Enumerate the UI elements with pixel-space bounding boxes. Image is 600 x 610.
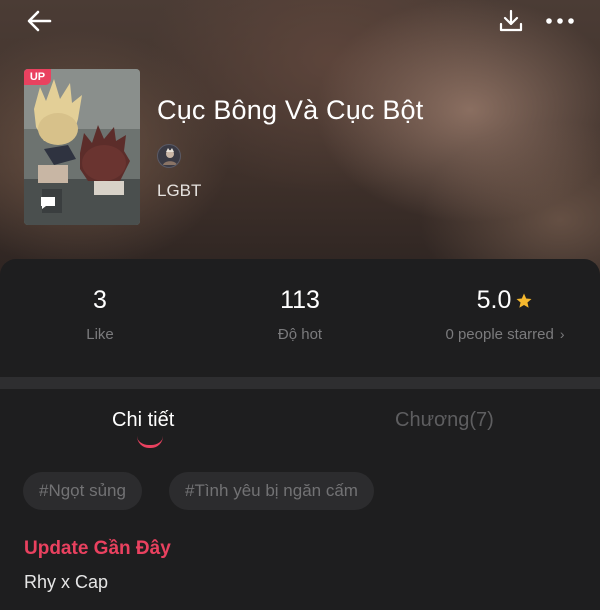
hot-stat: 113 Độ hot bbox=[250, 286, 350, 343]
story-title: Cục Bông Và Cục Bột bbox=[157, 95, 424, 125]
story-genre: LGBT bbox=[157, 181, 202, 200]
download-icon bbox=[499, 9, 523, 32]
hot-count: 113 bbox=[280, 286, 320, 314]
tag-chip[interactable]: #Tình yêu bị ngăn cấm bbox=[169, 472, 374, 510]
tab-details[interactable]: Chi tiết bbox=[112, 409, 174, 432]
comment-icon bbox=[39, 195, 57, 211]
rating-stat[interactable]: 5.0 0 people starred › bbox=[420, 286, 590, 343]
story-cover-image[interactable]: UP bbox=[24, 69, 140, 225]
tab-chapters[interactable]: Chương(7) bbox=[395, 409, 494, 432]
rating-label-text: 0 people starred bbox=[445, 326, 554, 343]
update-badge: UP bbox=[24, 69, 51, 85]
tag-chip[interactable]: #Ngọt sủng bbox=[23, 472, 142, 510]
recent-update-heading: Update Gần Đây bbox=[24, 538, 171, 559]
more-horizontal-icon bbox=[546, 18, 574, 24]
like-stat: 3 Like bbox=[50, 286, 150, 343]
download-button[interactable] bbox=[496, 6, 526, 36]
star-icon bbox=[516, 293, 532, 308]
rating-row: 5.0 bbox=[477, 286, 534, 315]
chevron-right-icon: › bbox=[559, 326, 565, 342]
author-avatar[interactable] bbox=[157, 144, 181, 168]
like-label: Like bbox=[86, 326, 114, 343]
rating-label: 0 people starred › bbox=[420, 326, 590, 343]
section-divider bbox=[0, 377, 600, 389]
back-button[interactable] bbox=[22, 6, 56, 36]
top-bar bbox=[0, 0, 600, 44]
hot-label: Độ hot bbox=[277, 326, 323, 343]
recent-update-text: Rhy x Cap bbox=[24, 572, 109, 592]
like-count: 3 bbox=[93, 286, 107, 314]
more-options-button[interactable] bbox=[542, 6, 578, 36]
rating-value: 5.0 bbox=[476, 286, 512, 314]
arrow-left-icon bbox=[27, 10, 52, 32]
